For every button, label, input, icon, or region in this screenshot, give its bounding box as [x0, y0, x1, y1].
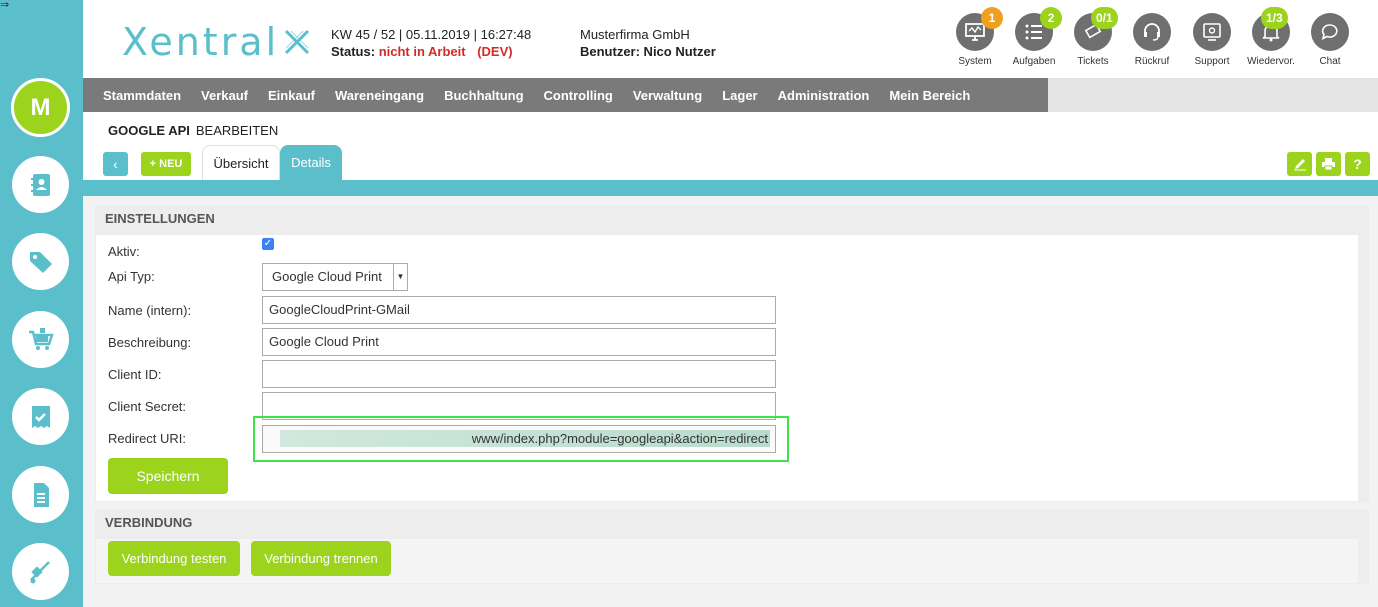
test-connection-button[interactable]: Verbindung testen [108, 541, 240, 576]
printer-icon [1322, 158, 1335, 171]
status-label: Status: [331, 44, 376, 59]
name-input[interactable]: GoogleCloudPrint-GMail [262, 296, 776, 324]
question-icon: ? [1353, 156, 1362, 172]
tab-details[interactable]: Details [280, 145, 342, 180]
logistics-button[interactable] [12, 543, 69, 600]
save-button[interactable]: Speichern [108, 458, 228, 494]
aufgaben-badge: 2 [1040, 7, 1062, 29]
status-value: nicht in Arbeit [378, 44, 466, 59]
quick-aufgaben[interactable]: 2 Aufgaben [1006, 7, 1062, 67]
xentral-logo[interactable]: Xentral [122, 20, 311, 64]
left-sidebar: ⇒ M [0, 0, 83, 607]
settings-title: EINSTELLUNGEN [105, 211, 215, 226]
nav-stammdaten[interactable]: Stammdaten [103, 88, 181, 103]
nav-einkauf[interactable]: Einkauf [268, 88, 315, 103]
aktiv-label: Aktiv: [108, 244, 140, 259]
system-badge: 1 [981, 7, 1003, 29]
check-icon: ✓ [263, 238, 273, 249]
redirect-uri-label: Redirect URI: [108, 431, 187, 446]
nav-wareneingang[interactable]: Wareneingang [335, 88, 424, 103]
quick-chat[interactable]: Chat [1302, 13, 1358, 67]
tickets-button[interactable] [12, 388, 69, 445]
nav-administration[interactable]: Administration [778, 88, 870, 103]
env-badge: (DEV) [477, 44, 513, 59]
cart-icon [28, 327, 54, 350]
quick-wiedervorlage[interactable]: 1/3 Wiedervor. [1243, 7, 1299, 67]
print-button[interactable] [1316, 152, 1341, 176]
document-icon [33, 482, 49, 507]
disconnect-button[interactable]: Verbindung trennen [251, 541, 391, 576]
api-typ-label: Api Typ: [108, 269, 155, 284]
cart-button[interactable] [12, 311, 69, 368]
help-button[interactable]: ? [1345, 152, 1370, 176]
quick-support[interactable]: Support [1184, 13, 1240, 67]
client-secret-label: Client Secret: [108, 399, 187, 414]
logo-x-icon [285, 29, 310, 55]
user-name: Benutzer: Nico Nutzer [580, 44, 716, 59]
documents-button[interactable] [12, 466, 69, 523]
beschreibung-input[interactable]: Google Cloud Print [262, 328, 776, 356]
chevron-left-icon: ‹ [113, 156, 118, 172]
headset-icon [1144, 23, 1160, 41]
pencil-icon [1293, 159, 1306, 171]
page-title: GOOGLE API BEARBEITEN [108, 123, 279, 138]
api-typ-select[interactable]: Google Cloud Print ▼ [262, 263, 408, 291]
tickets-badge: 0/1 [1091, 7, 1118, 29]
session-info: KW 45 / 52 | 05.11.2019 | 16:27:48 Statu… [331, 26, 531, 60]
redirect-uri-input[interactable]: www/index.php?module=googleapi&action=re… [262, 425, 776, 453]
nav-lager[interactable]: Lager [722, 88, 757, 103]
chat-icon [1321, 24, 1338, 40]
company-info: Musterfirma GmbH Benutzer: Nico Nutzer [580, 26, 716, 60]
quick-system[interactable]: 1 System [947, 7, 1003, 67]
nav-mein-bereich[interactable]: Mein Bereich [889, 88, 970, 103]
ticket-check-icon [31, 405, 50, 428]
hand-truck-icon [29, 560, 50, 583]
client-id-label: Client ID: [108, 367, 162, 382]
quick-rueckruf[interactable]: Rückruf [1124, 13, 1180, 67]
support-icon [1203, 23, 1221, 41]
dropdown-arrow-icon: ▼ [393, 264, 407, 290]
back-button[interactable]: ‹ [103, 152, 128, 176]
nav-verwaltung[interactable]: Verwaltung [633, 88, 702, 103]
edit-button[interactable] [1287, 152, 1312, 176]
week-date: KW 45 / 52 | 05.11.2019 | 16:27:48 [331, 27, 532, 42]
wiedervorlage-badge: 1/3 [1261, 7, 1288, 29]
aktiv-checkbox[interactable]: ✓ [262, 238, 274, 250]
user-avatar[interactable]: M [11, 78, 70, 137]
expand-arrow-icon[interactable]: ⇒ [0, 0, 9, 11]
contacts-icon [30, 173, 50, 196]
connection-title: VERBINDUNG [105, 515, 193, 530]
nav-empty-area [1048, 78, 1378, 112]
nav-buchhaltung[interactable]: Buchhaltung [444, 88, 523, 103]
name-label: Name (intern): [108, 303, 192, 318]
nav-controlling[interactable]: Controlling [544, 88, 613, 103]
quick-tickets[interactable]: 0/1 Tickets [1065, 7, 1121, 67]
company-name: Musterfirma GmbH [580, 27, 690, 42]
beschreibung-label: Beschreibung: [108, 335, 192, 350]
tags-button[interactable] [12, 233, 69, 290]
contacts-button[interactable] [12, 156, 69, 213]
new-button[interactable]: + NEU [141, 152, 191, 176]
tab-uebersicht[interactable]: Übersicht [202, 145, 280, 180]
client-id-input[interactable] [262, 360, 776, 388]
tab-underline-bar [83, 180, 1378, 196]
tags-icon [29, 251, 52, 273]
nav-verkauf[interactable]: Verkauf [201, 88, 248, 103]
